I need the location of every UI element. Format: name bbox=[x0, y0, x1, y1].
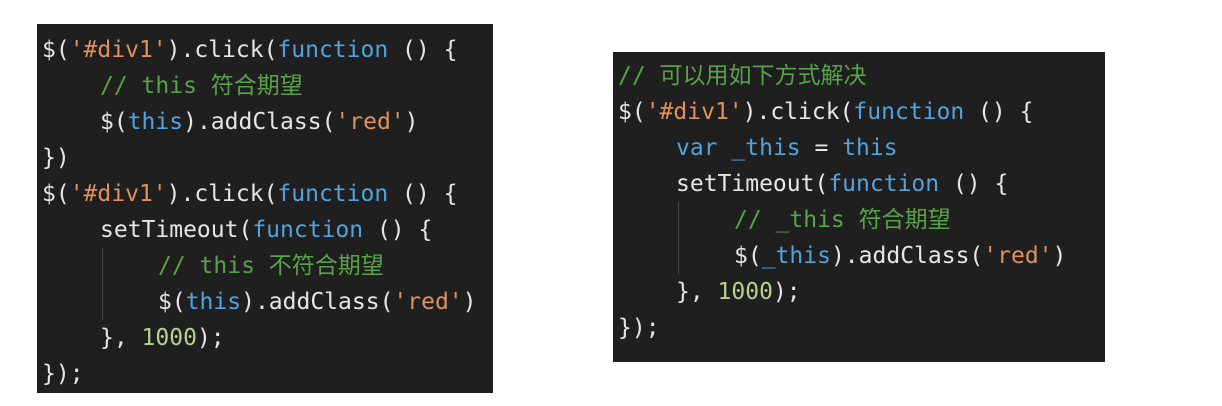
code-token: $( bbox=[42, 37, 70, 63]
code-token: ).addClass( bbox=[830, 243, 984, 269]
code-token: ).click( bbox=[166, 181, 278, 207]
code-line: // 可以用如下方式解决 bbox=[618, 58, 1105, 94]
code-token: '#div1' bbox=[69, 37, 167, 63]
code-line: }) bbox=[42, 140, 493, 176]
code-token: () { bbox=[388, 181, 458, 207]
code-token: $( bbox=[618, 99, 646, 125]
code-line: var _this = this bbox=[618, 130, 1105, 166]
code-token: function bbox=[277, 181, 389, 207]
code-token: // 可以用如下方式解决 bbox=[618, 63, 867, 89]
code-token: setTimeout( bbox=[100, 217, 253, 243]
code-token: // this 符合期望 bbox=[100, 73, 303, 99]
code-token: }); bbox=[42, 361, 84, 387]
code-token: }); bbox=[618, 315, 660, 341]
code-token: ).click( bbox=[742, 99, 854, 125]
code-token: }) bbox=[42, 145, 70, 171]
code-token: this bbox=[842, 135, 898, 161]
code-token: '#div1' bbox=[69, 181, 167, 207]
code-token: = bbox=[800, 135, 843, 161]
code-token: () { bbox=[964, 99, 1034, 125]
code-line: // this 符合期望 bbox=[42, 68, 493, 104]
code-token: $( bbox=[158, 289, 186, 315]
code-token: 'red' bbox=[335, 109, 405, 135]
code-token: }, bbox=[676, 279, 718, 305]
indent-guide bbox=[102, 248, 103, 284]
code-token: var bbox=[676, 135, 718, 161]
code-line: }); bbox=[618, 310, 1105, 346]
code-token: () { bbox=[939, 171, 1009, 197]
code-token: 'red' bbox=[393, 289, 463, 315]
code-token: ).addClass( bbox=[183, 109, 336, 135]
code-token: 1000 bbox=[141, 325, 197, 351]
code-token: _this bbox=[731, 135, 801, 161]
code-token: this bbox=[127, 109, 184, 135]
code-token: '#div1' bbox=[645, 99, 743, 125]
code-token: function bbox=[277, 37, 389, 63]
code-token: }, bbox=[100, 325, 142, 351]
code-line: setTimeout(function () { bbox=[618, 166, 1105, 202]
indent-guide bbox=[678, 238, 679, 274]
code-token: $( bbox=[42, 181, 70, 207]
code-token: function bbox=[252, 217, 364, 243]
code-line: setTimeout(function () { bbox=[42, 212, 493, 248]
code-token: function bbox=[853, 99, 965, 125]
code-panel-right: // 可以用如下方式解决 $('#div1').click(function ()… bbox=[613, 52, 1105, 362]
code-line: $('#div1').click(function () { bbox=[42, 176, 493, 212]
code-line: }, 1000); bbox=[42, 320, 493, 356]
code-token: ); bbox=[196, 325, 225, 351]
code-line: $(this).addClass('red') bbox=[42, 104, 493, 140]
code-panel-left: $('#div1').click(function () {// this 符合… bbox=[37, 24, 493, 393]
code-line: // _this 符合期望 bbox=[618, 202, 1105, 238]
indent-guide bbox=[102, 284, 103, 320]
code-line: $(_this).addClass('red') bbox=[618, 238, 1105, 274]
code-token: _this bbox=[761, 243, 831, 269]
code-line: $('#div1').click(function () { bbox=[42, 32, 493, 68]
code-token: 'red' bbox=[983, 243, 1053, 269]
code-token: ).addClass( bbox=[241, 289, 394, 315]
code-line: }); bbox=[42, 356, 493, 392]
code-token: () { bbox=[388, 37, 458, 63]
code-token: $( bbox=[100, 109, 128, 135]
code-token: ) bbox=[462, 289, 477, 315]
code-token: ).click( bbox=[166, 37, 278, 63]
code-token: function bbox=[828, 171, 940, 197]
code-token: ); bbox=[772, 279, 801, 305]
code-token: // this 不符合期望 bbox=[158, 253, 384, 279]
code-token: $( bbox=[734, 243, 762, 269]
code-line: }, 1000); bbox=[618, 274, 1105, 310]
code-line: // this 不符合期望 bbox=[42, 248, 493, 284]
code-token: ) bbox=[1052, 243, 1067, 269]
code-line: $('#div1').click(function () { bbox=[618, 94, 1105, 130]
code-token: setTimeout( bbox=[676, 171, 829, 197]
indent-guide bbox=[678, 202, 679, 238]
code-token: ) bbox=[404, 109, 419, 135]
code-token: // _this 符合期望 bbox=[734, 207, 951, 233]
code-token: 1000 bbox=[717, 279, 773, 305]
code-token: this bbox=[185, 289, 242, 315]
code-token: () { bbox=[363, 217, 433, 243]
code-line: $(this).addClass('red') bbox=[42, 284, 493, 320]
